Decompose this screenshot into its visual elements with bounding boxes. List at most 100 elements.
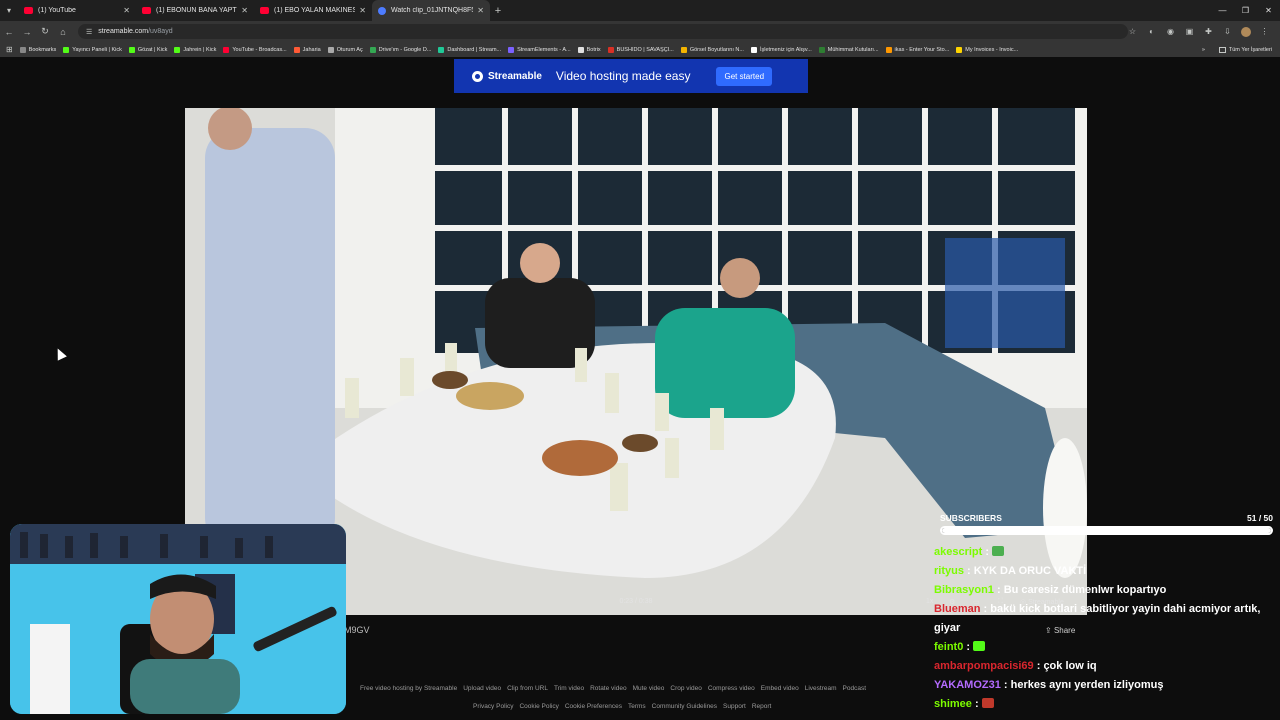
apps-grid-icon[interactable]: ⊞ [6, 45, 13, 54]
forward-icon[interactable]: → [18, 21, 36, 42]
all-bookmarks[interactable]: » Tüm Yer İşaretleri [1202, 42, 1272, 57]
tab-close-icon[interactable]: ✕ [123, 6, 130, 15]
bookmark-favicon-icon [680, 46, 687, 53]
tab-close-icon[interactable]: ✕ [359, 6, 366, 15]
chat-separator: : [980, 603, 991, 615]
footer-links-primary: Free video hosting by Streamable Upload v… [360, 685, 872, 692]
bookmark-item[interactable]: ikas - Enter Your Sto... [885, 46, 949, 53]
subgoal-bar [940, 526, 1273, 535]
minimize-icon[interactable]: — [1211, 0, 1234, 21]
footer-link[interactable]: Livestream [805, 685, 837, 692]
footer-link[interactable]: Crop video [670, 685, 701, 692]
bookmark-item[interactable]: Mühimmat Kutuları... [818, 46, 879, 53]
chat-message: rityus : KYK DA ORUC VAKTİ [934, 562, 1274, 581]
bookmark-item[interactable]: Görsel Boyutlarını N... [680, 46, 744, 53]
get-started-button[interactable]: Get started [716, 66, 773, 86]
chat-message: ambarpompacisi69 : çok low iq [934, 657, 1274, 676]
bookmark-item[interactable]: Oturum Aç [327, 46, 363, 53]
tab-search-button[interactable]: ▾ [0, 0, 18, 21]
clip-title: M9GV [344, 625, 370, 635]
bookmark-item[interactable]: Bookmarks [19, 46, 56, 53]
profile-avatar[interactable] [1241, 26, 1251, 37]
browser-toolbar: ← → ↻ ⌂ ☰ streamable.com/uv8ayd ☆ ◐ ◉ ▣ … [0, 21, 1280, 42]
streamable-logo-icon [472, 70, 483, 82]
bookmark-item[interactable]: YouTube - Broadcas... [223, 46, 287, 53]
banner-tagline: Video hosting made easy [555, 69, 691, 83]
bookmark-item[interactable]: İşletmeniz için Alışv... [750, 46, 812, 53]
chat-message: shimee : [934, 695, 1274, 714]
tab-close-icon[interactable]: ✕ [477, 6, 484, 15]
tab-strip: ▾ (1) YouTube✕(1) EBONUN BANA YAPTIKLARI… [0, 0, 1280, 21]
bookmark-item[interactable]: Botrix [577, 46, 601, 53]
subscriber-goal: SUBSCRIBERS 51 / 50 [940, 513, 1273, 535]
browser-tab[interactable]: Watch clip_01JNTNQH8F5W5F✕ [372, 0, 490, 21]
bookmark-item[interactable]: Yayıncı Paneli | Kick [63, 46, 122, 53]
footer-link[interactable]: Rotate video [590, 685, 627, 692]
restore-icon[interactable]: ❐ [1234, 0, 1257, 21]
bookmark-item[interactable]: BUSHIDO | SAVAŞÇI... [607, 46, 674, 53]
address-bar[interactable]: ☰ streamable.com/uv8ayd [78, 24, 1128, 39]
footer-link[interactable]: Cookie Policy [519, 703, 558, 710]
chat-text: herkes aynı yerden izliyomuş [1010, 679, 1164, 691]
footer-link[interactable]: Support [723, 703, 746, 710]
subgoal-count: 51 / 50 [1247, 513, 1273, 523]
browser-tab[interactable]: (1) EBONUN BANA YAPTIKLARI✕ [136, 0, 254, 21]
promo-banner[interactable]: Streamable Video hosting made easy Get s… [454, 59, 808, 93]
extensions-puzzle-icon[interactable]: ✚ [1199, 27, 1218, 36]
bookmark-item[interactable]: Jahrein | Kick [174, 46, 217, 53]
footer-link[interactable]: Community Guidelines [652, 703, 717, 710]
bookmark-label: Botrix [586, 46, 601, 53]
bookmark-item[interactable]: Jaharia [293, 46, 321, 53]
extension-icon[interactable]: ◐ [1142, 27, 1161, 36]
footer-link[interactable]: Privacy Policy [473, 703, 513, 710]
bookmark-item[interactable]: Dashboard | Stream... [438, 46, 501, 53]
youtube-favicon-icon [24, 7, 33, 14]
bookmark-item[interactable]: StreamElements - A... [508, 46, 571, 53]
chat-emote-icon [981, 698, 994, 708]
playback-speed[interactable]: 1x [926, 598, 933, 605]
footer-link[interactable]: Terms [628, 703, 646, 710]
site-info-icon[interactable]: ☰ [86, 28, 92, 36]
tab-close-icon[interactable]: ✕ [241, 6, 248, 15]
footer-link[interactable]: Cookie Preferences [565, 703, 622, 710]
bookmark-item[interactable]: Gözat | Kick [128, 46, 167, 53]
browser-tab[interactable]: (1) EBO YALAN MAKİNESİNDE!✕ [254, 0, 372, 21]
menu-kebab-icon[interactable]: ⋮ [1255, 27, 1274, 36]
reload-icon[interactable]: ↻ [36, 21, 54, 42]
footer-link[interactable]: Report [752, 703, 772, 710]
footer-link[interactable]: Embed video [761, 685, 799, 692]
bookmark-label: BUSHIDO | SAVAŞÇI... [616, 46, 674, 53]
bookmark-favicon-icon [293, 46, 300, 53]
media-icon[interactable]: ▣ [1180, 27, 1199, 36]
footer-link[interactable]: Compress video [708, 685, 755, 692]
chat-separator: : [963, 641, 974, 653]
bookmark-star-icon[interactable]: ☆ [1123, 27, 1142, 36]
footer-link[interactable]: Free video hosting by Streamable [360, 685, 457, 692]
footer-link[interactable]: Upload video [463, 685, 501, 692]
bookmark-item[interactable]: Drive'ım - Google D... [369, 46, 432, 53]
footer-link[interactable]: Trim video [554, 685, 584, 692]
footer-link[interactable]: Mute video [633, 685, 665, 692]
bookmark-label: Yayıncı Paneli | Kick [72, 46, 122, 53]
more-bookmarks-icon[interactable]: » [1202, 47, 1205, 53]
back-icon[interactable]: ← [0, 21, 18, 42]
tab-title: (1) EBONUN BANA YAPTIKLARI [156, 7, 238, 14]
bookmark-item[interactable]: My Invoices - Invoic... [956, 46, 1019, 53]
cast-icon[interactable]: ◉ [1161, 27, 1180, 36]
footer-link[interactable]: Clip from URL [507, 685, 548, 692]
bookmark-favicon-icon [818, 46, 825, 53]
close-window-icon[interactable]: ✕ [1257, 0, 1280, 21]
chat-separator: : [963, 565, 974, 577]
bookmark-label: My Invoices - Invoic... [965, 46, 1019, 53]
bookmark-favicon-icon [956, 46, 963, 53]
downloads-icon[interactable]: ⇩ [1218, 27, 1237, 36]
screen: ▾ (1) YouTube✕(1) EBONUN BANA YAPTIKLARI… [0, 0, 1280, 720]
home-icon[interactable]: ⌂ [54, 21, 72, 42]
chat-message: feint0 : [934, 638, 1274, 657]
bookmark-label: Jahrein | Kick [183, 46, 217, 53]
browser-tab[interactable]: (1) YouTube ✕ [18, 0, 136, 21]
new-tab-button[interactable]: + [490, 5, 506, 17]
footer-link[interactable]: Podcast [843, 685, 867, 692]
bookmark-label: Drive'ım - Google D... [378, 46, 432, 53]
chat-separator: : [993, 584, 1004, 596]
